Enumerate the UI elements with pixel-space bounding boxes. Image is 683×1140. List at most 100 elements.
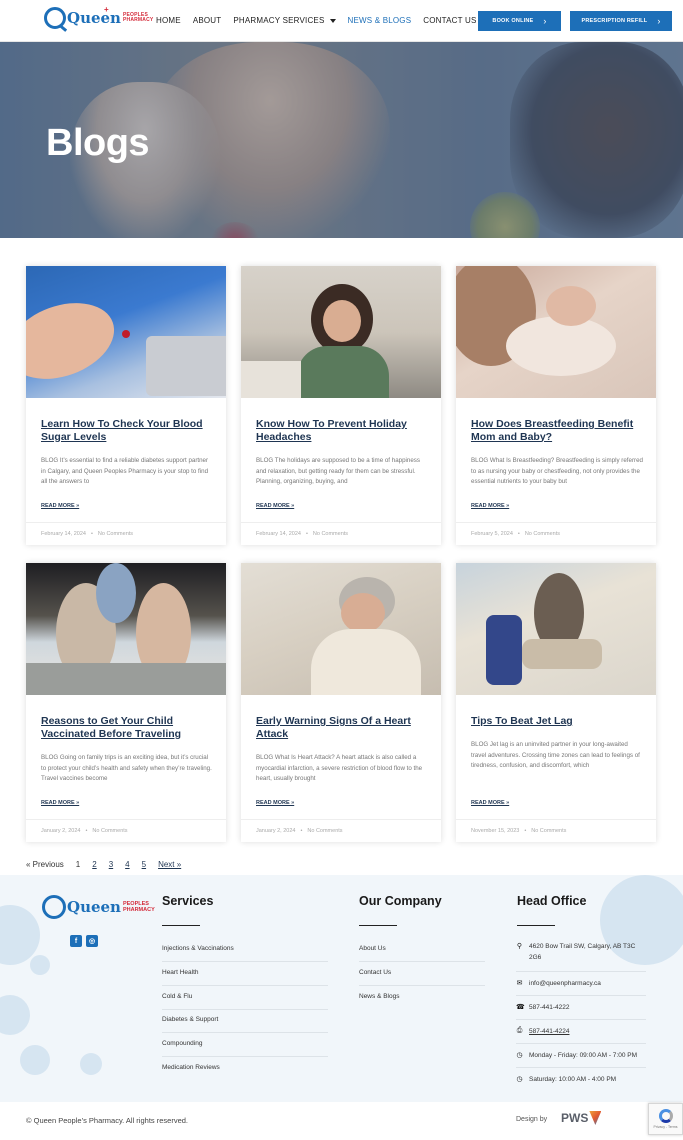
nav-news-blogs[interactable]: NEWS & BLOGS	[348, 16, 412, 25]
glucometer-shape	[146, 336, 226, 396]
blog-card-comments: No Comments	[97, 530, 134, 537]
blog-card-image[interactable]	[456, 563, 656, 695]
instagram-icon[interactable]: ◎	[86, 935, 98, 947]
read-more-link[interactable]: READ MORE »	[256, 800, 294, 806]
page: Queen PEOPLES PHARMACY + HOME ABOUT PHAR…	[0, 0, 683, 1140]
footer-service-link[interactable]: Injections & Vaccinations	[162, 945, 234, 952]
footer-separator	[162, 1056, 328, 1057]
book-online-button[interactable]: BOOK ONLINE ›	[478, 11, 561, 31]
contact-phone[interactable]: ☎ 587-441-4222	[516, 1003, 647, 1014]
face-shape	[341, 593, 385, 633]
logo-subtext: PEOPLES PHARMACY	[123, 13, 154, 23]
prescription-refill-button[interactable]: PRESCRIPTION REFILL ›	[570, 11, 672, 31]
footer-separator	[516, 1067, 646, 1068]
footer-service-link[interactable]: Compounding	[162, 1040, 202, 1047]
footer-service-link[interactable]: Diabetes & Support	[162, 1016, 218, 1023]
meta-separator: •	[85, 827, 88, 834]
footer-logo[interactable]: Queen PEOPLES PHARMACY	[42, 895, 155, 919]
main-nav: HOME ABOUT PHARMACY SERVICES NEWS & BLOG…	[156, 16, 489, 25]
contact-fax[interactable]: ⎙ 587-441-4224	[516, 1027, 647, 1038]
clock-icon: ◷	[516, 1052, 523, 1059]
blog-card-meta: February 14, 2024 • No Comments	[26, 522, 226, 544]
logo-cross-icon: +	[104, 5, 109, 14]
blog-card-title[interactable]: Early Warning Signs Of a Heart Attack	[256, 715, 428, 740]
pagination-previous[interactable]: « Previous	[26, 860, 64, 869]
pagination-next[interactable]: Next »	[158, 860, 181, 869]
book-online-label: BOOK ONLINE	[492, 18, 534, 24]
company-heading: Our Company	[359, 894, 442, 908]
logo-subtext: PEOPLES PHARMACY	[123, 901, 155, 913]
blog-card-image[interactable]	[26, 266, 226, 398]
pagination-page[interactable]: 2	[92, 860, 96, 869]
blog-card-title[interactable]: How Does Breastfeeding Benefit Mom and B…	[471, 418, 643, 443]
footer-service-link[interactable]: Heart Health	[162, 969, 199, 976]
contact-hours-saturday: ◷ Saturday: 10:00 AM - 4:00 PM	[516, 1075, 647, 1086]
blog-card-excerpt: BLOG The holidays are supposed to be a t…	[256, 457, 420, 485]
read-more-link[interactable]: READ MORE »	[41, 800, 79, 806]
network-bg-shape	[80, 1053, 102, 1075]
nav-pharmacy-services[interactable]: PHARMACY SERVICES	[233, 16, 336, 25]
footer-company-link[interactable]: Contact Us	[359, 969, 391, 976]
footer-separator	[162, 1009, 328, 1010]
sofa-shape	[241, 361, 301, 398]
blog-card-title[interactable]: Reasons to Get Your Child Vaccinated Bef…	[41, 715, 213, 740]
hero-banner: Blogs	[0, 42, 683, 238]
pagination-page[interactable]: 4	[125, 860, 129, 869]
footer-separator	[516, 1019, 646, 1020]
recaptcha-badge[interactable]: Privacy - Terms	[648, 1103, 683, 1135]
contact-address: ⚲ 4620 Bow Trail SW, Calgary, AB T3C 2G6	[516, 942, 647, 963]
blog-card: How Does Breastfeeding Benefit Mom and B…	[456, 266, 656, 545]
bottom-bar: © Queen People’s Pharmacy. All rights re…	[0, 1102, 683, 1140]
blog-card-image[interactable]	[26, 563, 226, 695]
pagination-page[interactable]: 3	[109, 860, 113, 869]
network-bg-shape	[30, 955, 50, 975]
blog-card-date: February 14, 2024	[41, 530, 86, 537]
footer-company-link[interactable]: About Us	[359, 945, 386, 952]
nav-home[interactable]: HOME	[156, 16, 181, 25]
read-more-link[interactable]: READ MORE »	[41, 503, 79, 509]
blog-card: Early Warning Signs Of a Heart Attack BL…	[241, 563, 441, 842]
phone-icon: ☎	[516, 1004, 525, 1011]
blog-card: Learn How To Check Your Blood Sugar Leve…	[26, 266, 226, 545]
site-logo[interactable]: Queen PEOPLES PHARMACY +	[44, 5, 154, 29]
face-shape	[323, 300, 361, 342]
read-more-link[interactable]: READ MORE »	[256, 503, 294, 509]
nav-contact-us[interactable]: CONTACT US	[423, 16, 476, 25]
child-shape	[96, 563, 136, 623]
pagination-page[interactable]: 5	[142, 860, 146, 869]
logo-sub-bottom: PHARMACY	[122, 907, 155, 913]
meta-separator: •	[524, 827, 527, 834]
footer-separator	[516, 971, 646, 972]
read-more-link[interactable]: READ MORE »	[471, 503, 509, 509]
facebook-icon[interactable]: f	[70, 935, 82, 947]
blog-card-image[interactable]	[241, 563, 441, 695]
blog-card-image[interactable]	[456, 266, 656, 398]
baby-shape	[506, 316, 616, 376]
page-title: Blogs	[46, 122, 150, 164]
footer-separator	[162, 1032, 328, 1033]
footer-service-link[interactable]: Medication Reviews	[162, 1064, 220, 1071]
blog-card-date: February 5, 2024	[471, 530, 513, 537]
pagination-current: 1	[75, 860, 81, 869]
company-divider	[359, 925, 397, 926]
pws-logo[interactable]: PWS	[561, 1111, 602, 1125]
footer-company-link[interactable]: News & Blogs	[359, 993, 399, 1000]
blog-card-meta: November 15, 2023 • No Comments	[456, 819, 656, 841]
network-bg-shape	[0, 995, 30, 1035]
contact-email[interactable]: ✉ info@queenpharmacy.ca	[516, 979, 647, 990]
blog-card-excerpt: BLOG Going on family trips is an excitin…	[41, 754, 212, 782]
footer-separator	[359, 985, 485, 986]
suitcase-shape	[486, 615, 522, 685]
footer-service-link[interactable]: Cold & Flu	[162, 993, 192, 1000]
recaptcha-terms: Privacy - Terms	[653, 1125, 678, 1129]
services-heading: Services	[162, 894, 214, 908]
pws-mark-icon	[589, 1111, 602, 1125]
blog-card-title[interactable]: Know How To Prevent Holiday Headaches	[256, 418, 428, 443]
nav-about[interactable]: ABOUT	[193, 16, 222, 25]
blog-card-title[interactable]: Tips To Beat Jet Lag	[471, 715, 643, 728]
blog-card-title[interactable]: Learn How To Check Your Blood Sugar Leve…	[41, 418, 213, 443]
prescription-refill-label: PRESCRIPTION REFILL	[581, 18, 648, 24]
blog-card-image[interactable]	[241, 266, 441, 398]
blog-card-date: November 15, 2023	[471, 827, 520, 834]
read-more-link[interactable]: READ MORE »	[471, 800, 509, 806]
